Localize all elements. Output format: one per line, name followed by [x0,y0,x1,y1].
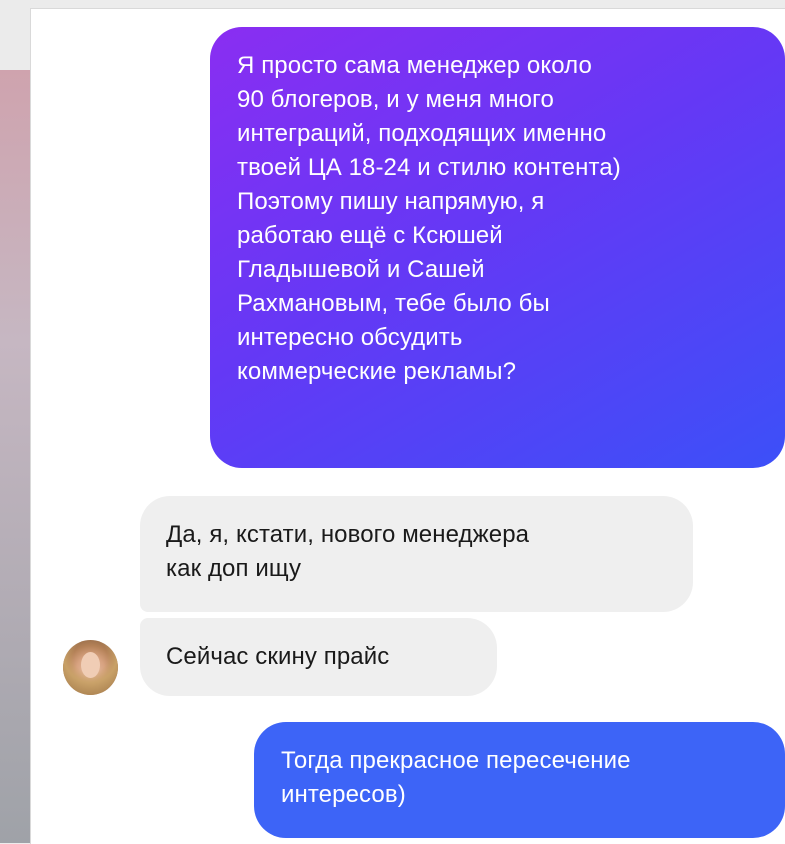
message-text: Да, я, кстати, нового менеджера как доп … [166,521,530,582]
incoming-message-bubble[interactable]: Да, я, кстати, нового менеджера как доп … [140,496,693,612]
avatar-face [81,652,100,678]
contact-avatar[interactable] [63,640,118,695]
outgoing-message-bubble[interactable]: Я просто сама менеджер около 90 блогеров… [210,27,785,468]
message-text: Сейчас скину прайс [166,643,390,670]
incoming-message-bubble[interactable]: Сейчас скину прайс [140,618,497,696]
outgoing-message-bubble[interactable]: Тогда прекрасное пересечение интересов) [254,722,785,838]
message-text: Я просто сама менеджер около 90 блогеров… [237,52,621,181]
message-text: Тогда прекрасное пересечение интересов) [281,747,631,808]
message-text: Поэтому пишу напрямую, я работаю ещё с К… [237,188,550,385]
